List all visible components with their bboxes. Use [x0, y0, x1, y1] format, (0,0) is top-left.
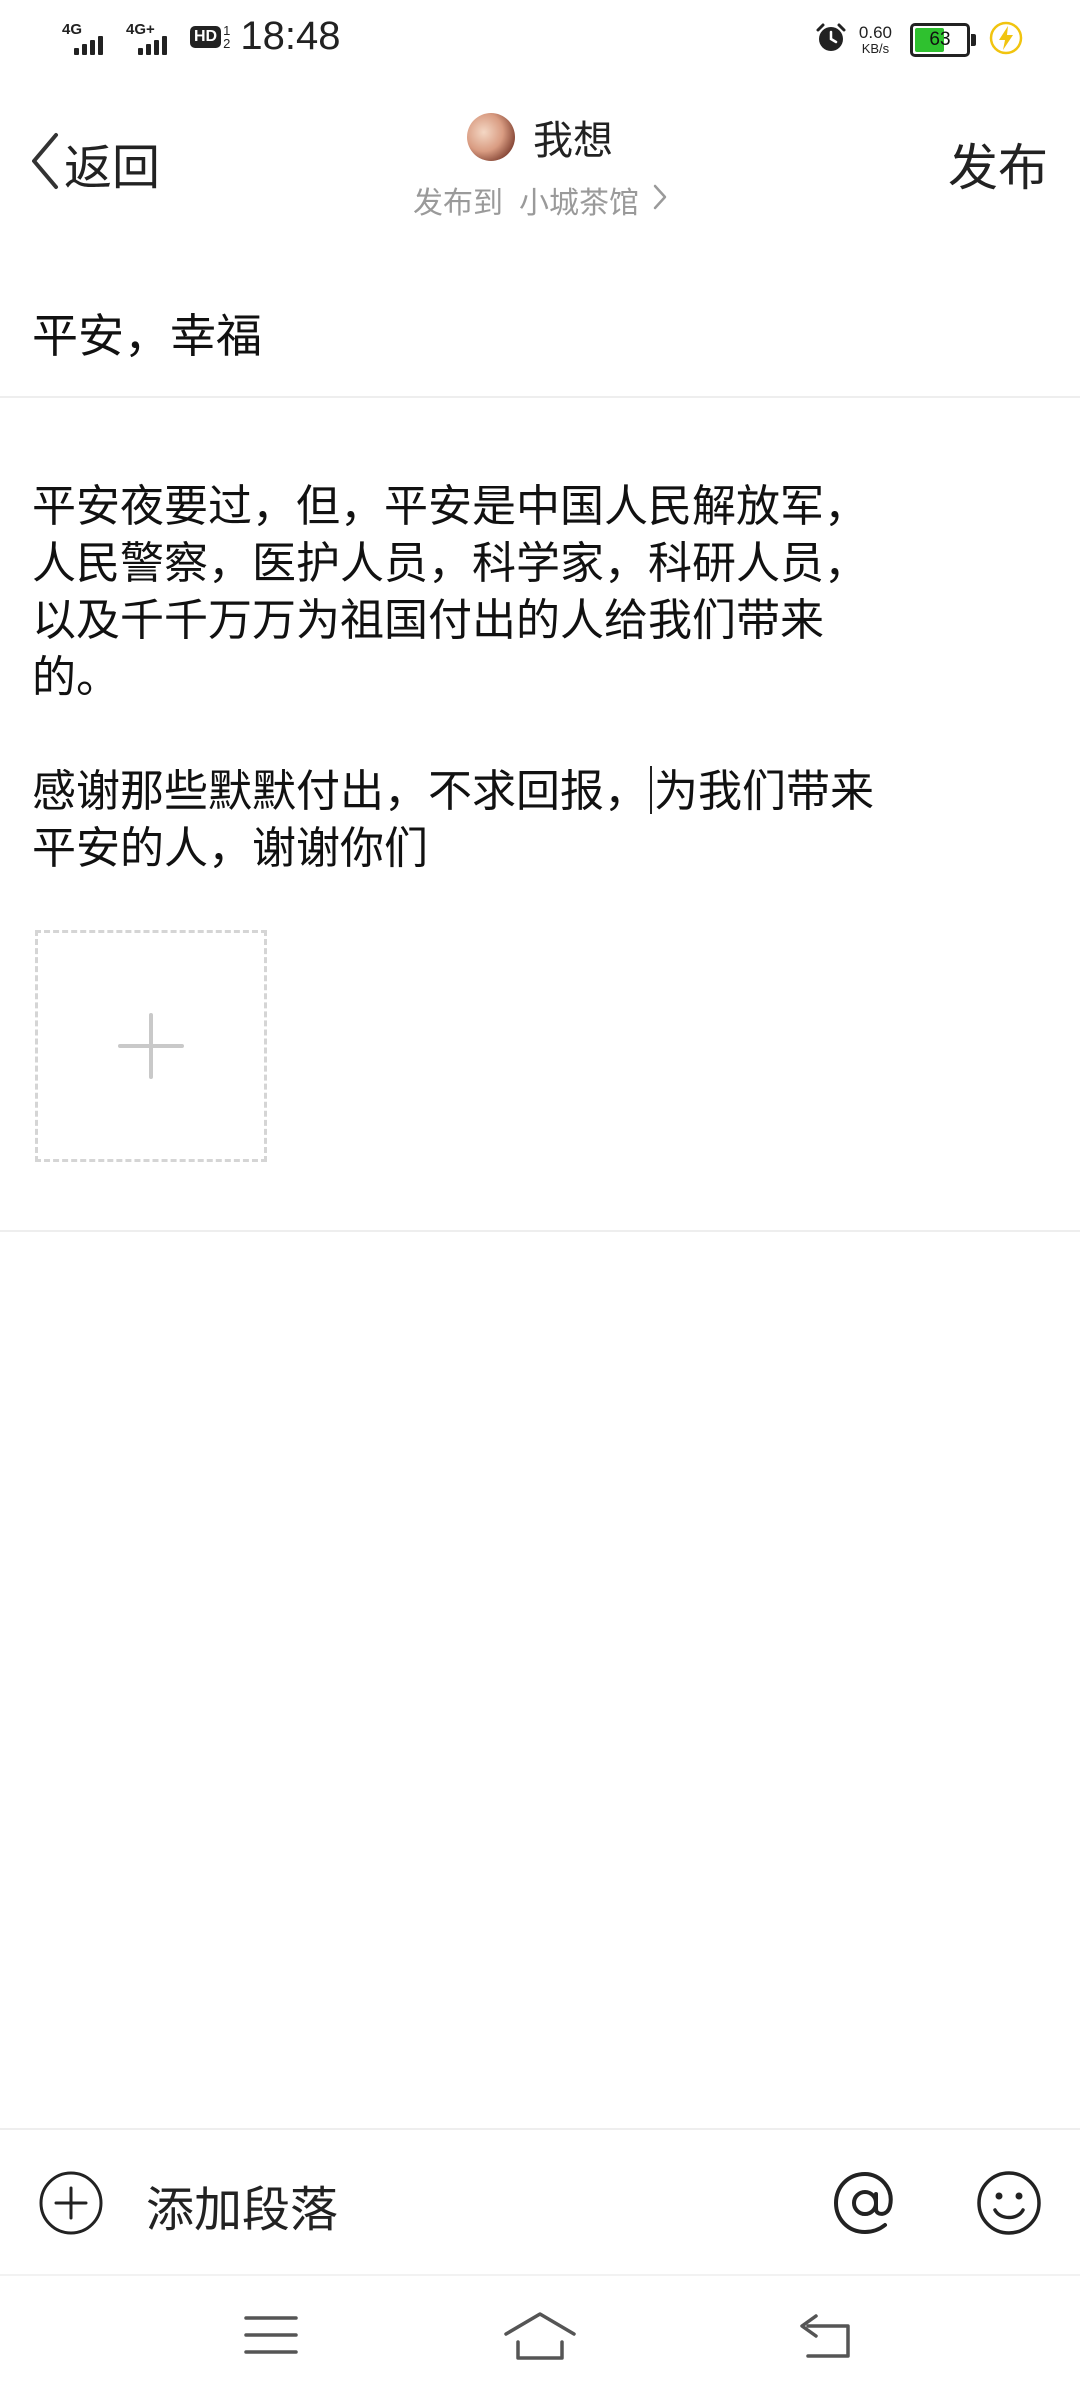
avatar [467, 113, 515, 161]
add-image-button[interactable] [35, 930, 267, 1162]
status-right: 0.60 KB/s 63 [815, 20, 1024, 60]
body-line: 平安的人，谢谢你们 [32, 823, 428, 874]
group-name: 小城茶馆 [519, 186, 639, 221]
battery-icon: 63 [910, 23, 976, 57]
alarm-icon [815, 22, 847, 58]
hd-voice-icon: HD 1 2 [190, 24, 230, 50]
body-line: 平安夜要过，但，平安是中国人民解放军， [32, 481, 868, 532]
hd-label: HD [190, 25, 222, 48]
net-speed: 0.60 KB/s [859, 24, 892, 56]
body-text-input[interactable]: 平安夜要过，但，平安是中国人民解放军， 人民警察，医护人员，科学家，科研人员， … [32, 478, 992, 877]
net-speed-value: 0.60 [858, 23, 892, 42]
body-text-before-caret: 感谢那些默默付出，不求回报， [32, 766, 648, 817]
author-row: 我想 [467, 108, 613, 166]
nav-menu-button[interactable] [244, 2312, 298, 2362]
body-line: 感谢那些默默付出，不求回报， 为我们带来 [32, 763, 992, 820]
body-line: 人民警察，医护人员，科学家，科研人员， [32, 538, 868, 589]
body-text-after-caret: 为我们带来 [654, 766, 874, 817]
publish-button[interactable]: 发布 [948, 128, 1048, 200]
author-name: 我想 [533, 118, 613, 164]
emoji-icon [977, 2171, 1041, 2235]
signal-icon: 4G [62, 15, 116, 59]
plus-icon [118, 1013, 184, 1079]
mention-button[interactable] [830, 2168, 900, 2242]
charging-icon [988, 20, 1024, 60]
at-icon [833, 2171, 893, 2235]
editor-toolbar: 添加段落 [0, 2128, 1080, 2276]
body-line: 以及千千万万为祖国付出的人给我们带来 [32, 595, 824, 646]
signal-icon: 4G+ [126, 15, 180, 59]
text-caret [650, 766, 652, 814]
system-nav-bar [0, 2274, 1080, 2402]
add-paragraph-label: 添加段落 [146, 2182, 339, 2238]
nav-home-button[interactable] [504, 2312, 576, 2366]
add-paragraph-button[interactable]: 添加段落 [38, 2170, 338, 2240]
divider [0, 396, 1080, 398]
title-input[interactable]: 平安，幸福 [32, 300, 262, 366]
home-icon [504, 2312, 576, 2360]
body-line: 的。 [32, 652, 120, 703]
add-circle-icon [38, 2170, 104, 2240]
net-speed-unit: KB/s [861, 41, 890, 56]
back-icon [800, 2314, 850, 2358]
publish-to-label: 发布到 [413, 186, 503, 221]
status-left: 4G 4G+ HD 1 2 18:48 [62, 14, 340, 59]
menu-icon [244, 2316, 298, 2354]
divider [0, 1230, 1080, 1232]
clock: 18:48 [240, 14, 341, 58]
nav-back-button[interactable] [796, 2312, 852, 2366]
post-header: 返回 我想 发布到 小城茶馆 发布 [0, 96, 1080, 226]
status-bar: 4G 4G+ HD 1 2 18:48 0.60 KB/s 63 [0, 0, 1080, 84]
hd-sub-label: 1 2 [223, 22, 231, 51]
chevron-right-icon [653, 183, 667, 218]
emoji-button[interactable] [974, 2168, 1044, 2242]
publish-target-selector[interactable]: 发布到 小城茶馆 [413, 178, 667, 222]
post-target-info: 我想 发布到 小城茶馆 [0, 108, 1080, 222]
battery-level: 63 [929, 29, 951, 50]
